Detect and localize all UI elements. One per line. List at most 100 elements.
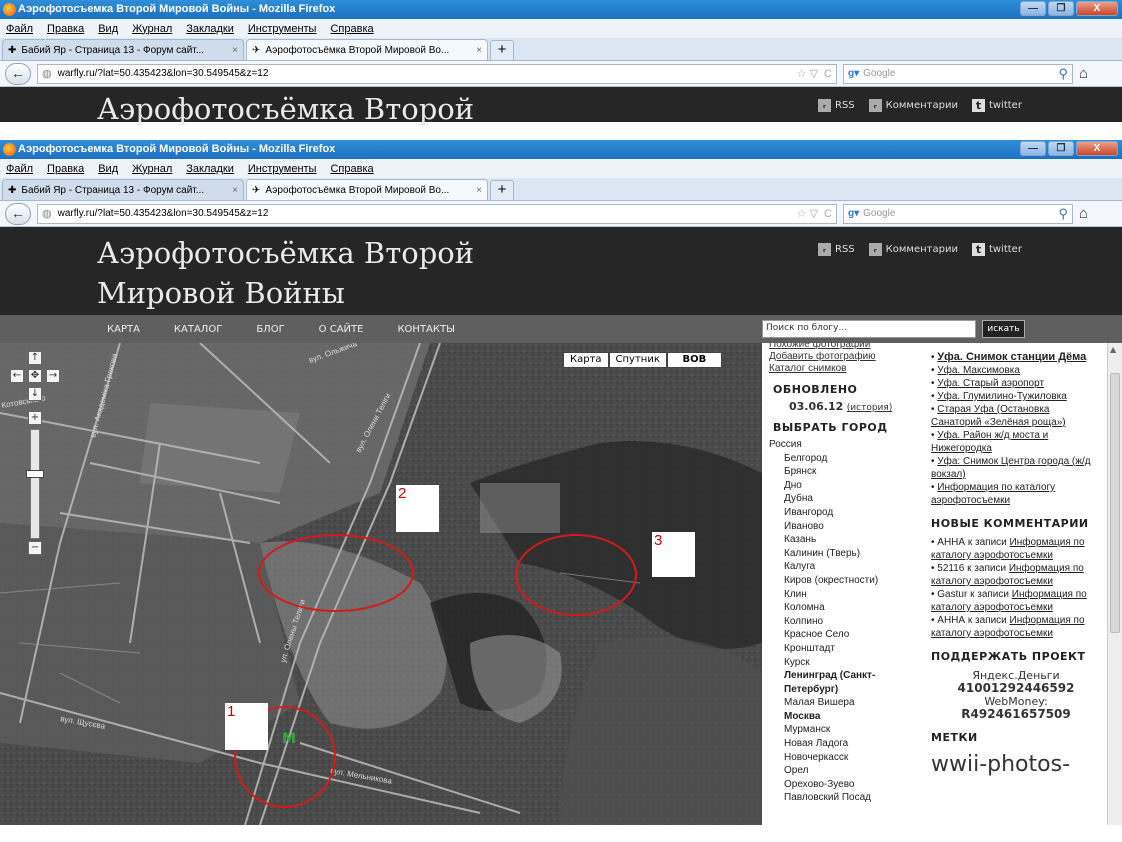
url-bar[interactable]: ◍ warfly.ru/?lat=50.435423&lon=30.549545… bbox=[37, 63, 837, 84]
link-add-photo[interactable]: Добавить фотографию bbox=[769, 351, 912, 363]
nav-catalog[interactable]: КАТАЛОГ bbox=[174, 324, 222, 335]
city-item[interactable]: Красное Село bbox=[769, 628, 912, 642]
back-button[interactable]: ← bbox=[5, 62, 31, 85]
city-item[interactable]: Москва bbox=[769, 710, 912, 724]
close-window-button[interactable]: X bbox=[1076, 1, 1118, 16]
reload-icon[interactable]: C bbox=[824, 208, 832, 220]
pan-right-icon[interactable]: → bbox=[46, 369, 60, 383]
tab-babiy-yar[interactable]: ✚ Бабий Яр - Страница 13 - Форум сайт...… bbox=[2, 179, 244, 200]
city-item[interactable]: Иваново bbox=[769, 520, 912, 534]
recent-post-link[interactable]: Информация по каталогу аэрофотосъемки bbox=[931, 482, 1055, 506]
blog-search-button[interactable]: искать bbox=[982, 320, 1025, 338]
menu-history[interactable]: Журнал bbox=[132, 23, 172, 35]
page-scrollbar[interactable]: ▲ bbox=[1107, 343, 1122, 825]
zoom-out-icon[interactable]: − bbox=[28, 541, 42, 555]
city-item[interactable]: Колпино bbox=[769, 615, 912, 629]
pan-left-icon[interactable]: ← bbox=[10, 369, 24, 383]
nav-contacts[interactable]: КОНТАКТЫ bbox=[397, 324, 454, 335]
city-item[interactable]: Дубна bbox=[769, 492, 912, 506]
menu-file[interactable]: Файл bbox=[6, 163, 33, 175]
nav-map[interactable]: КАРТА bbox=[107, 324, 140, 335]
minimize-button[interactable]: — bbox=[1020, 141, 1046, 156]
scroll-up-icon[interactable]: ▲ bbox=[1110, 345, 1116, 354]
maximize-button[interactable]: ❐ bbox=[1048, 1, 1074, 16]
rss-link[interactable]: ᵣ RSS bbox=[818, 99, 855, 112]
link-catalog[interactable]: Каталог снимков bbox=[769, 363, 912, 375]
city-item[interactable]: Ивангород bbox=[769, 506, 912, 520]
url-bar[interactable]: ◍ warfly.ru/?lat=50.435423&lon=30.549545… bbox=[37, 203, 837, 224]
pan-center-icon[interactable]: ✥ bbox=[28, 369, 42, 383]
menu-view[interactable]: Вид bbox=[98, 163, 118, 175]
comments-link[interactable]: ᵣ Комментарии bbox=[868, 243, 958, 256]
menu-tools[interactable]: Инструменты bbox=[248, 23, 317, 35]
city-item[interactable]: Курск bbox=[769, 656, 912, 670]
tag-cloud-text[interactable]: wwii-photos- bbox=[931, 752, 1101, 777]
tab-aerophoto[interactable]: ✈ Аэрофотосъёмка Второй Мировой Во... × bbox=[246, 39, 488, 60]
menu-edit[interactable]: Правка bbox=[47, 23, 84, 35]
map-type-map[interactable]: Карта bbox=[563, 352, 609, 368]
menu-bookmarks[interactable]: Закладки bbox=[186, 23, 234, 35]
pan-up-icon[interactable]: ↑ bbox=[28, 351, 42, 365]
bookmark-star-icon[interactable]: ☆ ▽ bbox=[797, 67, 818, 80]
city-item[interactable]: Орехово-Зуево bbox=[769, 778, 912, 792]
city-item[interactable]: Новочеркасск bbox=[769, 751, 912, 765]
city-item[interactable]: Казань bbox=[769, 533, 912, 547]
web-search-box[interactable]: g▾ Google ⚲ bbox=[843, 203, 1073, 224]
menu-history[interactable]: Журнал bbox=[132, 163, 172, 175]
city-item[interactable]: Калуга bbox=[769, 560, 912, 574]
city-item[interactable]: Малая Вишера bbox=[769, 696, 912, 710]
back-button[interactable]: ← bbox=[5, 202, 31, 225]
maximize-button[interactable]: ❐ bbox=[1048, 141, 1074, 156]
rss-link[interactable]: ᵣ RSS bbox=[818, 243, 855, 256]
history-link[interactable]: (история) bbox=[847, 403, 893, 413]
recent-post-link[interactable]: Старая Уфа (Остановка Санаторий «Зелёная… bbox=[931, 404, 1066, 428]
menu-help[interactable]: Справка bbox=[330, 163, 373, 175]
nav-about[interactable]: О САЙТЕ bbox=[319, 324, 364, 335]
recent-post-link[interactable]: Уфа. Снимок станции Дёма bbox=[937, 351, 1086, 363]
home-icon[interactable]: ⌂ bbox=[1079, 65, 1088, 82]
link-similar-photos[interactable]: Похожие фотографии bbox=[769, 343, 912, 351]
city-item[interactable]: Павловский Посад bbox=[769, 791, 912, 805]
recent-post-link[interactable]: Уфа: Снимок Центра города (ж/д вокзал) bbox=[931, 456, 1091, 480]
recent-post-link[interactable]: Уфа. Максимовка bbox=[937, 365, 1020, 376]
menu-view[interactable]: Вид bbox=[98, 23, 118, 35]
city-item[interactable]: Белгород bbox=[769, 452, 912, 466]
reload-icon[interactable]: C bbox=[824, 68, 832, 80]
city-item[interactable]: Брянск bbox=[769, 465, 912, 479]
tab-close-icon[interactable]: × bbox=[232, 45, 238, 56]
tab-babiy-yar[interactable]: ✚ Бабий Яр - Страница 13 - Форум сайт...… bbox=[2, 39, 244, 60]
menu-help[interactable]: Справка bbox=[330, 23, 373, 35]
city-item[interactable]: Новая Ладога bbox=[769, 737, 912, 751]
web-search-box[interactable]: g▾ Google ⚲ bbox=[843, 63, 1073, 84]
menu-tools[interactable]: Инструменты bbox=[248, 163, 317, 175]
search-icon[interactable]: ⚲ bbox=[1058, 66, 1068, 82]
twitter-link[interactable]: t twitter bbox=[971, 243, 1022, 256]
menu-file[interactable]: Файл bbox=[6, 23, 33, 35]
zoom-slider[interactable] bbox=[26, 429, 44, 539]
search-icon[interactable]: ⚲ bbox=[1058, 206, 1068, 222]
city-item[interactable]: Орел bbox=[769, 764, 912, 778]
recent-post-link[interactable]: Уфа. Район ж/д моста и Нижегородка bbox=[931, 430, 1048, 454]
city-item[interactable]: Клин bbox=[769, 588, 912, 602]
tab-aerophoto[interactable]: ✈ Аэрофотосъёмка Второй Мировой Во... × bbox=[246, 179, 488, 200]
city-item[interactable]: Мурманск bbox=[769, 723, 912, 737]
tab-close-icon[interactable]: × bbox=[232, 185, 238, 196]
city-item[interactable]: Калинин (Тверь) bbox=[769, 547, 912, 561]
city-item[interactable]: Дно bbox=[769, 479, 912, 493]
city-item[interactable]: Киров (окрестности) bbox=[769, 574, 912, 588]
new-tab-button[interactable]: + bbox=[490, 40, 514, 60]
tab-close-icon[interactable]: × bbox=[476, 45, 482, 56]
scrollbar-thumb[interactable] bbox=[1110, 373, 1120, 633]
city-item[interactable]: Кронштадт bbox=[769, 642, 912, 656]
city-item[interactable]: Ленинград (Санкт-Петербург) bbox=[769, 669, 912, 696]
home-icon[interactable]: ⌂ bbox=[1079, 205, 1088, 222]
site-title[interactable]: Аэрофотосъёмка Второй Мировой Войны bbox=[97, 233, 517, 313]
tab-close-icon[interactable]: × bbox=[476, 185, 482, 196]
map-type-vov[interactable]: ВОВ bbox=[666, 352, 722, 368]
twitter-link[interactable]: t twitter bbox=[971, 99, 1022, 112]
map-type-satellite[interactable]: Спутник bbox=[608, 352, 667, 368]
blog-search-input[interactable]: Поиск по блогу... bbox=[762, 320, 976, 338]
pan-down-icon[interactable]: ↓ bbox=[28, 387, 42, 401]
recent-post-link[interactable]: Уфа. Глумилино-Тужиловка bbox=[937, 391, 1066, 402]
menu-bookmarks[interactable]: Закладки bbox=[186, 163, 234, 175]
